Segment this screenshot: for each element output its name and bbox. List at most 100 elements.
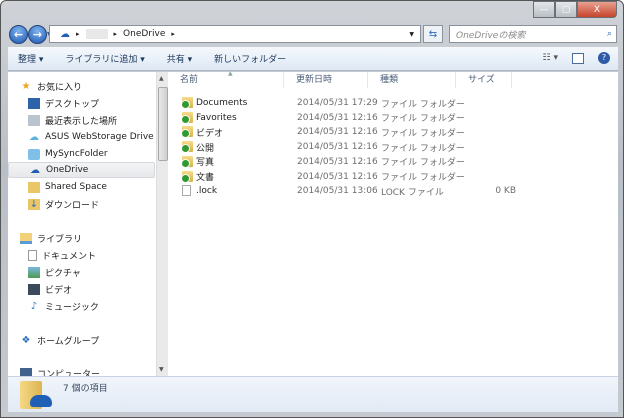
file-type: ファイル フォルダー [381, 143, 465, 154]
onedrive-icon: ☁ [30, 164, 40, 176]
nav-videos-library[interactable]: ビデオ [28, 281, 72, 297]
breadcrumb-onedrive[interactable]: OneDrive [123, 29, 165, 39]
search-placeholder: OneDriveの検索 [456, 30, 526, 41]
nav-mysyncfolder[interactable]: MySyncFolder [28, 146, 108, 162]
column-size[interactable]: サイズ [456, 72, 512, 88]
file-name: ビデオ [196, 128, 224, 139]
file-row[interactable]: 公開 2014/05/31 12:16 ファイル フォルダー [180, 140, 610, 154]
nav-label: ドキュメント [42, 251, 97, 262]
file-row[interactable]: Documents 2014/05/31 17:29 ファイル フォルダー [180, 96, 610, 110]
computer-icon [20, 367, 32, 376]
file-row[interactable]: ビデオ 2014/05/31 12:16 ファイル フォルダー [180, 125, 610, 139]
nav-label: ピクチャ [45, 268, 81, 279]
file-date: 2014/05/31 12:16 [297, 127, 378, 138]
file-date: 2014/05/31 12:16 [297, 171, 378, 182]
item-count: 7 個の項目 [63, 384, 108, 394]
sync-folder-icon [28, 148, 40, 160]
back-button[interactable]: ← [9, 25, 28, 44]
file-row[interactable]: 文書 2014/05/31 12:16 ファイル フォルダー [180, 170, 610, 184]
nav-desktop[interactable]: デスクトップ [28, 95, 99, 111]
search-input[interactable]: OneDriveの検索 ⌕ [449, 25, 617, 43]
desktop-icon [28, 97, 40, 109]
onedrive-cloud-icon [30, 395, 52, 407]
nav-homegroup[interactable]: ❖ ホームグループ [20, 332, 100, 348]
synced-folder-icon [181, 111, 193, 124]
maximize-button[interactable]: ▢ [555, 1, 577, 18]
forward-button[interactable]: → [28, 25, 47, 44]
view-options-icon[interactable]: ☷ ▾ [543, 53, 558, 63]
scroll-up-arrow[interactable]: ▲ [159, 75, 164, 82]
file-row[interactable]: Favorites 2014/05/31 12:16 ファイル フォルダー [180, 111, 610, 125]
column-date-modified[interactable]: 更新日時 [284, 72, 368, 88]
column-name[interactable]: 名前 ▲ [168, 70, 284, 88]
file-row[interactable]: .lock 2014/05/31 13:06 LOCK ファイル 0 KB [180, 184, 610, 198]
file-name: Documents [196, 98, 248, 108]
nav-documents-library[interactable]: ドキュメント [28, 247, 96, 263]
scroll-down-arrow[interactable]: ▼ [159, 366, 164, 373]
nav-label: お気に入り [37, 82, 83, 93]
asus-webstorage-icon: ☁ [29, 131, 39, 143]
address-bar[interactable]: ☁ ▸ ▸ OneDrive ▸ ▼ [49, 25, 421, 43]
caption-buttons: — ▢ X [533, 1, 617, 18]
address-dropdown-icon[interactable]: ▼ [409, 31, 414, 38]
organize-button[interactable]: 整理 ▾ [18, 52, 43, 65]
file-size: 0 KB [495, 186, 516, 197]
nav-label: デスクトップ [45, 99, 100, 110]
command-bar: 整理 ▾ ライブラリに追加 ▾ 共有 ▾ 新しいフォルダー ☷ ▾ ? [8, 47, 618, 71]
file-date: 2014/05/31 13:06 [297, 186, 378, 197]
synced-folder-icon [181, 155, 193, 168]
nav-onedrive[interactable]: ☁ OneDrive [8, 162, 155, 178]
nav-libraries[interactable]: ライブラリ [20, 230, 82, 246]
column-label: 名前 [180, 75, 199, 85]
file-type: LOCK ファイル [381, 187, 444, 198]
preview-pane-icon[interactable] [572, 52, 584, 64]
video-icon [28, 283, 40, 295]
details-pane: 7 個の項目 [8, 376, 618, 412]
column-type[interactable]: 種類 [368, 72, 456, 88]
document-icon [28, 249, 37, 261]
nav-downloads[interactable]: ↓ ダウンロード [28, 196, 99, 212]
homegroup-icon: ❖ [21, 334, 31, 346]
scrollbar-thumb[interactable] [158, 87, 168, 161]
nav-computer[interactable]: コンピューター [20, 365, 100, 376]
breadcrumb-blurred[interactable] [85, 29, 108, 39]
file-name: 公開 [196, 143, 215, 154]
new-folder-button[interactable]: 新しいフォルダー [214, 52, 286, 65]
add-to-library-button[interactable]: ライブラリに追加 ▾ [65, 52, 144, 65]
nav-favorites[interactable]: ★ お気に入り [20, 78, 83, 94]
file-date: 2014/05/31 17:29 [297, 98, 378, 108]
file-type: ファイル フォルダー [381, 173, 465, 183]
file-name: 写真 [196, 158, 215, 169]
breadcrumb-separator[interactable]: ▸ [171, 30, 175, 38]
folder-icon [28, 181, 40, 193]
file-name: Favorites [196, 112, 237, 123]
breadcrumb-separator[interactable]: ▸ [114, 30, 118, 38]
file-icon [182, 185, 191, 197]
file-row[interactable]: 写真 2014/05/31 12:16 ファイル フォルダー [180, 155, 610, 169]
file-type: ファイル フォルダー [381, 158, 465, 169]
close-button[interactable]: X [577, 1, 617, 18]
share-button[interactable]: 共有 ▾ [167, 52, 192, 65]
search-icon[interactable]: ⌕ [607, 29, 612, 39]
refresh-icon: ⇆ [428, 28, 438, 40]
nav-shared-space[interactable]: Shared Space [28, 179, 107, 195]
nav-scrollbar[interactable]: ▲ ▼ [156, 72, 168, 376]
music-icon: ♪ [30, 300, 38, 312]
help-icon[interactable]: ? [598, 52, 610, 64]
file-date: 2014/05/31 12:16 [297, 156, 378, 167]
nav-label: Shared Space [45, 182, 107, 192]
nav-label: ホームグループ [37, 336, 100, 347]
file-name: 文書 [196, 173, 215, 183]
nav-recent-places[interactable]: 最近表示した場所 [28, 112, 117, 128]
file-type: ファイル フォルダー [381, 99, 465, 110]
synced-folder-icon [181, 126, 193, 139]
file-name: .lock [196, 186, 218, 197]
nav-pictures-library[interactable]: ピクチャ [28, 264, 81, 280]
onedrive-icon: ☁ [60, 28, 70, 40]
nav-asus-webstorage[interactable]: ☁ ASUS WebStorage Drive [28, 129, 154, 145]
nav-music-library[interactable]: ♪ ミュージック [28, 298, 99, 314]
nav-label: コンピューター [37, 369, 101, 377]
minimize-button[interactable]: — [533, 1, 555, 18]
refresh-button[interactable]: ⇆ [423, 25, 443, 43]
breadcrumb-separator[interactable]: ▸ [76, 30, 80, 38]
